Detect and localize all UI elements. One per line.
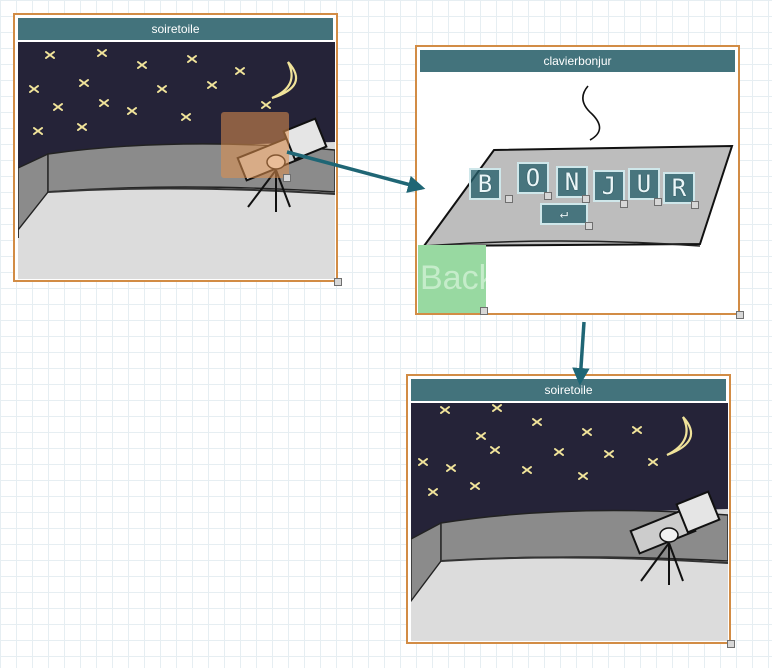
resize-handle[interactable] bbox=[727, 640, 735, 648]
night-sky-scene bbox=[411, 403, 728, 641]
keyboard-key-r[interactable]: R bbox=[663, 172, 695, 204]
anchor-handle[interactable] bbox=[505, 195, 513, 203]
keyboard-key-enter[interactable]: ↵ bbox=[540, 203, 588, 225]
anchor-handle[interactable] bbox=[585, 222, 593, 230]
telescope-hotspot[interactable] bbox=[221, 112, 289, 178]
link-arrow-back-to-scene[interactable] bbox=[572, 321, 590, 386]
anchor-handle[interactable] bbox=[544, 192, 552, 200]
keyboard-key-o[interactable]: O bbox=[517, 162, 549, 194]
keyboard-key-b[interactable]: B bbox=[469, 168, 501, 200]
anchor-handle[interactable] bbox=[691, 201, 699, 209]
scene-card-soiretoile-bottom[interactable]: soiretoile bbox=[406, 374, 731, 644]
scene-title: soiretoile bbox=[411, 379, 726, 401]
scene-title: clavierbonjur bbox=[420, 50, 735, 72]
back-button[interactable]: Back bbox=[418, 245, 486, 313]
scene-title: soiretoile bbox=[18, 18, 333, 40]
keyboard-key-u[interactable]: U bbox=[628, 168, 660, 200]
resize-handle[interactable] bbox=[736, 311, 744, 319]
resize-handle[interactable] bbox=[334, 278, 342, 286]
scene-image-night-sky bbox=[411, 403, 728, 641]
anchor-handle[interactable] bbox=[620, 200, 628, 208]
anchor-handle[interactable] bbox=[283, 174, 291, 182]
anchor-handle[interactable] bbox=[480, 307, 488, 315]
anchor-handle[interactable] bbox=[582, 195, 590, 203]
anchor-handle[interactable] bbox=[654, 198, 662, 206]
keyboard-key-j[interactable]: J bbox=[593, 170, 625, 202]
keyboard-key-n[interactable]: N bbox=[556, 166, 588, 198]
scene-card-soiretoile-top[interactable]: soiretoile bbox=[13, 13, 338, 282]
